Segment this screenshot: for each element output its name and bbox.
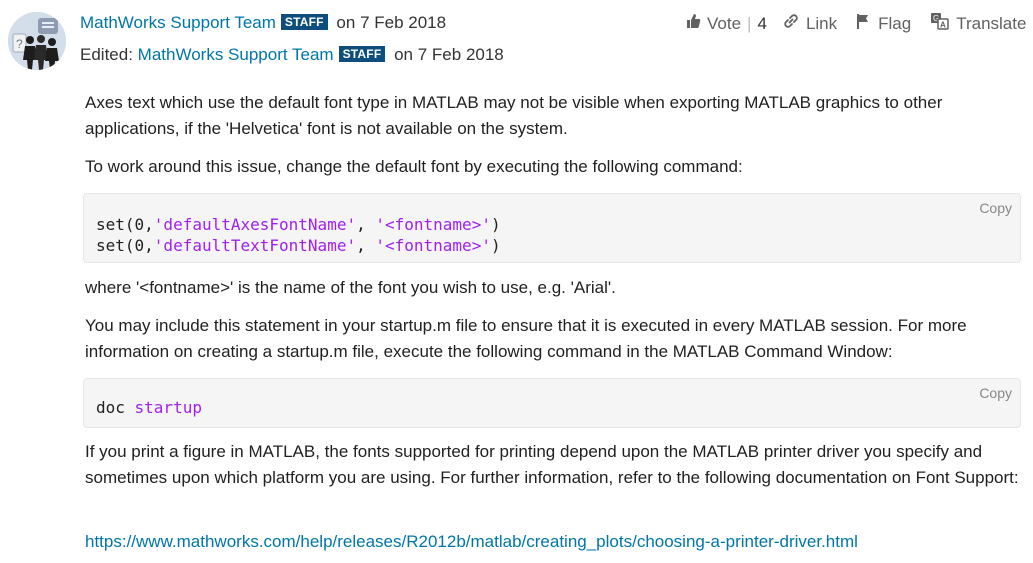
edited-label: Edited:: [80, 45, 133, 64]
edited-prefix: on: [394, 45, 414, 64]
avatar[interactable]: ?: [8, 12, 66, 70]
translate-button[interactable]: GA Translate: [930, 12, 1026, 35]
svg-text:A: A: [940, 21, 946, 30]
flag-label: Flag: [878, 13, 912, 33]
copy-button[interactable]: Copy: [979, 383, 1012, 404]
posted-date: 7 Feb 2018: [360, 13, 447, 32]
translate-label: Translate: [956, 13, 1027, 33]
code-token: ): [490, 236, 501, 255]
editor-link[interactable]: MathWorks Support Team: [138, 45, 334, 64]
paragraph-workaround: To work around this issue, change the de…: [85, 157, 743, 176]
flag-button[interactable]: Flag: [856, 13, 911, 34]
paragraph-startup: You may include this statement in your s…: [85, 316, 967, 361]
code-block-doc-startup: Copy doc startup: [83, 378, 1021, 428]
code-line: set(0,'defaultAxesFontName', '<fontname>…: [96, 214, 1008, 235]
author-link[interactable]: MathWorks Support Team: [80, 13, 276, 32]
code-string: 'defaultAxesFontName': [153, 215, 357, 234]
code-token: set(0,: [96, 236, 154, 255]
vote-count: 4: [757, 13, 767, 33]
posted-prefix: on: [336, 13, 356, 32]
code-string: '<fontname>': [375, 215, 491, 234]
code-string: 'defaultTextFontName': [153, 236, 357, 255]
staff-badge: STAFF: [280, 14, 328, 30]
copy-button[interactable]: Copy: [979, 198, 1012, 219]
flag-icon: [856, 13, 878, 34]
paragraph-printing: If you print a figure in MATLAB, the fon…: [85, 442, 1019, 487]
code-token: ): [490, 215, 501, 234]
paragraph-fontname: where '<fontname>' is the name of the fo…: [85, 278, 616, 297]
documentation-link[interactable]: https://www.mathworks.com/help/releases/…: [85, 529, 858, 555]
translate-icon: GA: [930, 12, 956, 35]
link-button[interactable]: Link: [782, 12, 837, 35]
code-line: set(0,'defaultTextFontName', '<fontname>…: [96, 235, 1008, 256]
link-icon: [782, 12, 806, 35]
post-header: MathWorks Support Team STAFF on 7 Feb 201…: [80, 13, 446, 33]
code-token: set(0,: [96, 215, 154, 234]
post-actions: Vote | 4 Link Flag GA Translate: [685, 12, 1026, 35]
editor-staff-badge: STAFF: [338, 46, 386, 62]
vote-divider: |: [747, 13, 752, 33]
code-token: doc: [96, 398, 135, 417]
code-token: ,: [356, 236, 376, 255]
edited-date: 7 Feb 2018: [417, 45, 504, 64]
code-token: ,: [356, 215, 376, 234]
code-block-set-font: Copy set(0,'defaultAxesFontName', '<font…: [83, 193, 1021, 263]
paragraph-intro: Axes text which use the default font typ…: [85, 93, 943, 138]
svg-text:?: ?: [16, 37, 23, 51]
link-label: Link: [805, 13, 838, 33]
vote-label: Vote: [707, 13, 742, 33]
code-string: startup: [134, 398, 202, 417]
thumbs-up-icon: [685, 13, 707, 34]
code-string: '<fontname>': [375, 236, 491, 255]
code-line: doc startup: [96, 397, 1008, 418]
edited-header: Edited: MathWorks Support Team STAFF on 7…: [80, 45, 504, 65]
vote-button[interactable]: Vote: [685, 13, 741, 34]
